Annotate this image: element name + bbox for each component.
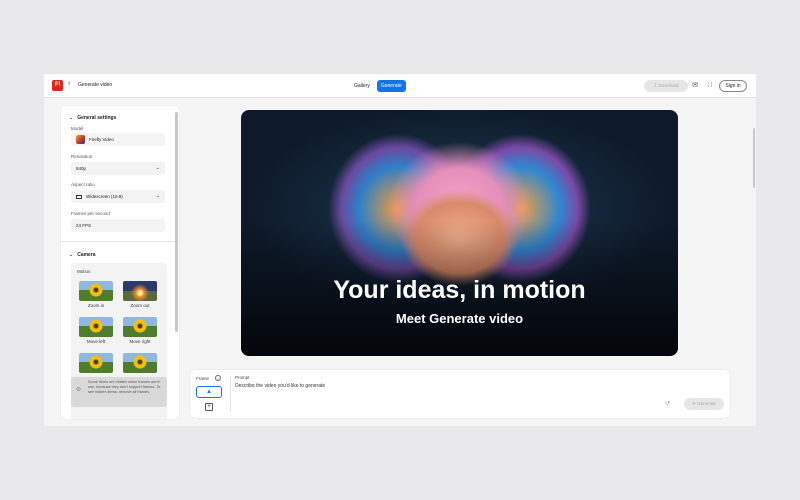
motion-thumb[interactable] — [79, 353, 113, 373]
top-bar: Fi ‹ Generate video Gallery Generate ↧ D… — [44, 74, 756, 98]
add-frame-icon[interactable]: + — [205, 403, 213, 411]
fps-select[interactable]: 24 FPS — [71, 219, 165, 232]
firefly-logo: Fi — [52, 80, 63, 91]
motion-thumb[interactable] — [123, 353, 157, 373]
motion-move-left-thumb[interactable] — [79, 317, 113, 337]
general-settings-header[interactable]: ⌄ General settings — [69, 115, 116, 121]
section-divider — [61, 241, 179, 242]
frame-upload-slot[interactable]: ▲ — [196, 386, 222, 398]
model-select[interactable]: Firefly Video — [71, 133, 165, 146]
hero-title: Your ideas, in motion — [333, 276, 586, 304]
chevron-down-icon: ⌄ — [69, 252, 74, 258]
feedback-icon[interactable]: ✉ — [690, 80, 700, 92]
sidebar-scrollbar[interactable] — [175, 112, 178, 332]
resolution-label: Resolution — [71, 154, 93, 159]
upload-icon: ▲ — [206, 389, 212, 395]
motion-move-right-label: Move right — [129, 339, 151, 344]
mode-tabs: Gallery Generate — [350, 80, 406, 92]
hero-subtitle: Meet Generate video — [395, 311, 524, 326]
download-icon: ↧ — [653, 83, 658, 88]
prompt-bar: Frame i ▲ + Prompt ↺ ✦ Generate — [190, 370, 730, 418]
chevron-down-icon: ⌄ — [155, 165, 160, 171]
sign-in-button[interactable]: Sign in — [719, 80, 747, 92]
tab-gallery[interactable]: Gallery — [350, 80, 374, 92]
widescreen-icon — [76, 194, 82, 199]
prompt-divider — [230, 376, 231, 412]
generate-button[interactable]: ✦ Generate — [684, 398, 724, 410]
motion-move-left-label: Move left — [86, 339, 106, 344]
generate-label: Generate — [697, 401, 716, 406]
motion-zoom-in-label: Zoom in — [87, 303, 105, 308]
settings-sidebar: ⌄ General settings Model Firefly Video Re… — [61, 106, 179, 419]
motion-zoom-out-thumb[interactable] — [123, 281, 157, 301]
frame-label: Frame — [196, 376, 210, 381]
model-label: Model — [71, 126, 84, 131]
chevron-down-icon: ⌄ — [69, 115, 74, 121]
fps-label: Frames per second — [71, 211, 110, 216]
prompt-input[interactable] — [235, 382, 645, 390]
motion-zoom-in-thumb[interactable] — [79, 281, 113, 301]
hero-banner: Your ideas, in motion Meet Generate vide… — [241, 110, 678, 356]
download-label: Download — [658, 83, 679, 88]
reset-icon[interactable]: ↺ — [665, 400, 670, 407]
app-window: Fi ‹ Generate video Gallery Generate ↧ D… — [44, 74, 756, 426]
aspect-ratio-label: Aspect ratio — [71, 182, 95, 187]
info-icon[interactable]: i — [215, 375, 221, 381]
model-thumbnail — [76, 135, 85, 145]
chevron-left-icon[interactable]: ‹ — [68, 80, 70, 87]
chevron-down-icon: ⌄ — [155, 193, 160, 199]
apps-grid-icon[interactable]: ∷ — [705, 80, 715, 92]
camera-header[interactable]: ⌄ Camera — [69, 252, 96, 258]
sparkle-icon: ✦ — [692, 401, 696, 406]
tab-generate[interactable]: Generate — [376, 80, 406, 92]
motion-label: Motion — [77, 269, 91, 274]
prompt-label: Prompt — [235, 375, 250, 380]
motion-move-right-thumb[interactable] — [123, 317, 157, 337]
resolution-select[interactable]: 540p ⌄ — [71, 162, 165, 175]
ban-icon: ⊘ — [76, 387, 82, 393]
page-title: Generate video — [78, 82, 113, 88]
motion-zoom-out-label: Zoom out — [130, 303, 150, 308]
main-scrollbar[interactable] — [753, 128, 755, 188]
aspect-ratio-select[interactable]: Widescreen (16:9) ⌄ — [71, 190, 165, 203]
hidden-items-notice: ⊘ Some items are hidden when frames are … — [71, 377, 167, 407]
download-button[interactable]: ↧ Download — [644, 80, 688, 92]
